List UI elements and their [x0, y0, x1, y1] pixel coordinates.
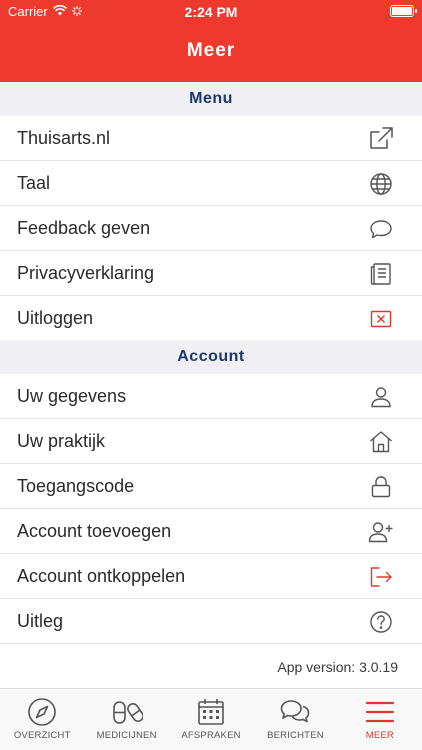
menu-item-taal[interactable]: Taal [0, 161, 422, 206]
menu-item-label: Taal [17, 172, 51, 193]
account-item-label: Account toevoegen [17, 520, 172, 541]
tab-label: AFSPRAKEN [181, 730, 241, 741]
section-header-menu: Menu [0, 82, 422, 116]
account-item-praktijk[interactable]: Uw praktijk [0, 419, 422, 464]
battery-icon [390, 5, 417, 17]
logout-x-icon [368, 306, 394, 332]
document-icon [368, 261, 394, 287]
status-time: 2:24 PM [184, 4, 238, 20]
account-item-label: Account ontkoppelen [17, 565, 186, 586]
user-icon [368, 384, 394, 410]
external-link-icon [368, 126, 394, 152]
account-item-label: Toegangscode [17, 475, 135, 496]
speech-bubble-icon [368, 216, 394, 242]
menu-item-label: Thuisarts.nl [17, 127, 111, 148]
chat-icon [279, 696, 311, 728]
account-item-toegangscode[interactable]: Toegangscode [0, 464, 422, 509]
app-version: App version: 3.0.19 [277, 659, 398, 675]
tab-label: MEDICIJNEN [96, 730, 157, 741]
pills-icon [111, 696, 144, 728]
tab-overzicht[interactable]: OVERZICHT [0, 689, 84, 750]
account-item-toevoegen[interactable]: Account toevoegen [0, 509, 422, 554]
page-title: Meer [186, 40, 236, 61]
account-item-gegevens[interactable]: Uw gegevens [0, 374, 422, 419]
tab-label: MEER [365, 730, 394, 741]
tab-meer[interactable]: MEER [338, 689, 422, 750]
account-item-label: Uw praktijk [17, 430, 106, 451]
section-header-account: Account [0, 340, 422, 374]
menu-item-feedback[interactable]: Feedback geven [0, 206, 422, 251]
tab-label: OVERZICHT [13, 730, 71, 741]
menu-item-label: Privacyverklaring [17, 262, 155, 283]
tab-berichten[interactable]: BERICHTEN [253, 689, 337, 750]
menu-item-label: Uitloggen [17, 307, 94, 328]
tab-medicijnen[interactable]: MEDICIJNEN [84, 689, 168, 750]
menu-item-label: Feedback geven [17, 217, 151, 238]
account-item-uitleg[interactable]: Uitleg [0, 599, 422, 644]
menu-item-logout[interactable]: Uitloggen [0, 296, 422, 341]
app-header: Carrier 2:24 PM Meer [0, 0, 422, 82]
menu-item-thuisarts[interactable]: Thuisarts.nl [0, 116, 422, 161]
menu-icon [364, 696, 396, 728]
account-item-label: Uw gegevens [17, 385, 127, 406]
lock-icon [368, 474, 394, 500]
tab-bar: OVERZICHT MEDICIJNEN AFSPRAKEN BERICHTEN… [0, 688, 422, 750]
menu-item-privacy[interactable]: Privacyverklaring [0, 251, 422, 296]
home-icon [368, 429, 394, 455]
tab-label: BERICHTEN [267, 730, 324, 741]
logout-arrow-icon [368, 564, 394, 590]
calendar-icon [195, 696, 227, 728]
tab-afspraken[interactable]: AFSPRAKEN [169, 689, 253, 750]
status-bar: Carrier 2:24 PM [0, 0, 422, 24]
account-item-ontkoppelen[interactable]: Account ontkoppelen [0, 554, 422, 599]
help-icon [368, 609, 394, 635]
globe-icon [368, 171, 394, 197]
user-plus-icon [368, 519, 394, 545]
compass-icon [26, 696, 58, 728]
account-item-label: Uitleg [17, 610, 64, 631]
